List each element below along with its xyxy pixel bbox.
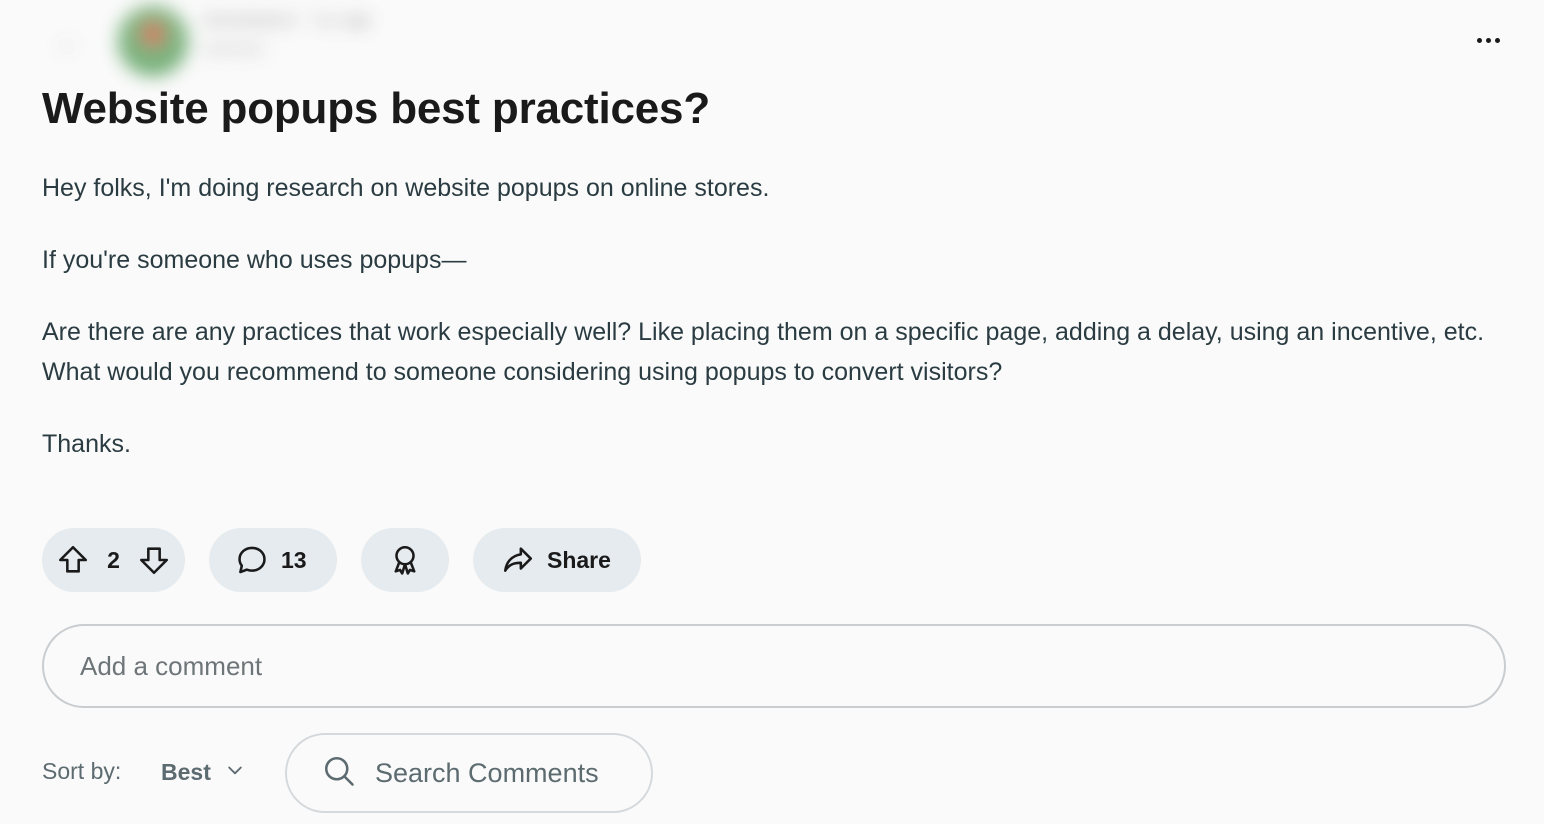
comment-input[interactable] bbox=[78, 649, 1470, 683]
comments-button[interactable]: 13 bbox=[209, 528, 337, 592]
more-options-button[interactable] bbox=[1466, 22, 1510, 58]
award-button[interactable] bbox=[361, 528, 449, 592]
vote-control: 2 bbox=[42, 528, 185, 592]
share-label: Share bbox=[547, 546, 611, 573]
comment-bubble-icon bbox=[235, 543, 269, 577]
search-comments-field[interactable] bbox=[285, 733, 653, 813]
post-header-blurred: ← r/ecommerce · 7 yr. ago username bbox=[34, 0, 550, 92]
post-paragraph: If you're someone who uses popups— bbox=[42, 246, 467, 274]
post-actions: 2 13 Share bbox=[42, 528, 641, 592]
post-page: ← r/ecommerce · 7 yr. ago username Websi… bbox=[0, 0, 1544, 824]
search-icon bbox=[321, 753, 357, 794]
more-horizontal-icon-dot bbox=[1485, 37, 1491, 43]
post-paragraph: Are there are any practices that work es… bbox=[42, 318, 1485, 386]
post-body: Hey folks, I'm doing research on website… bbox=[42, 168, 1502, 496]
downvote-arrow-icon[interactable] bbox=[137, 543, 171, 577]
post-paragraph: Hey folks, I'm doing research on website… bbox=[42, 174, 770, 202]
community-avatar[interactable] bbox=[118, 6, 188, 76]
chevron-down-icon bbox=[225, 760, 245, 785]
sort-value: Best bbox=[161, 758, 211, 785]
add-comment-field[interactable] bbox=[42, 624, 1506, 708]
author-name[interactable]: username bbox=[202, 40, 264, 56]
upvote-arrow-icon[interactable] bbox=[56, 543, 90, 577]
more-horizontal-icon bbox=[1476, 37, 1482, 43]
award-ribbon-icon bbox=[388, 543, 422, 577]
sort-label: Sort by: bbox=[42, 758, 122, 784]
community-name[interactable]: r/ecommerce · 7 yr. ago bbox=[202, 12, 371, 30]
post-title: Website popups best practices? bbox=[42, 84, 711, 133]
sort-dropdown[interactable]: Best bbox=[161, 752, 245, 792]
vote-count: 2 bbox=[107, 546, 120, 573]
share-button[interactable]: Share bbox=[473, 528, 641, 592]
back-arrow-icon[interactable]: ← bbox=[54, 26, 82, 58]
more-horizontal-icon-dot bbox=[1494, 37, 1500, 43]
search-comments-input[interactable] bbox=[373, 756, 617, 790]
comment-count: 13 bbox=[281, 546, 307, 573]
blurred-region: ← r/ecommerce · 7 yr. ago username bbox=[34, 0, 550, 92]
post-paragraph: Thanks. bbox=[42, 430, 131, 458]
share-arrow-icon bbox=[501, 543, 535, 577]
